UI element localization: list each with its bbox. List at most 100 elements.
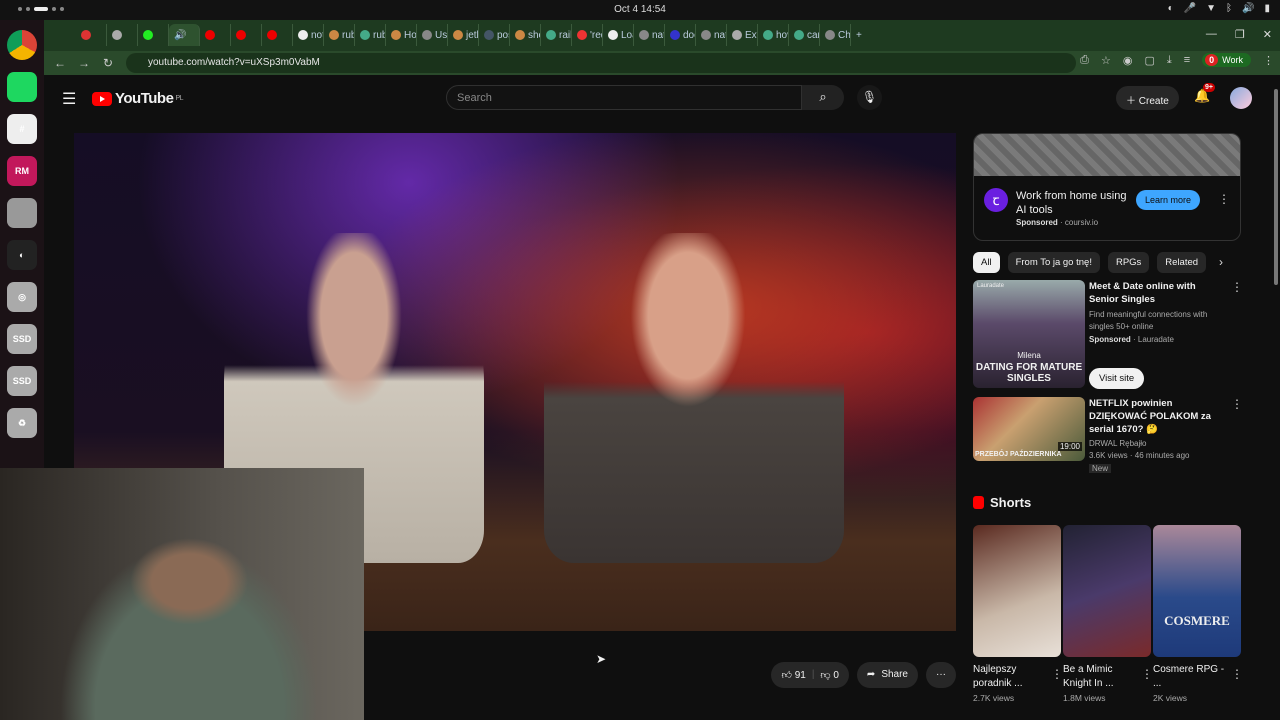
bookmark-star-icon[interactable]: ☆ [1101, 54, 1111, 67]
recommended-video-item[interactable]: PRZEBÓJ PAŹDZIERNIKA 19:00 NETFLIX powin… [973, 397, 1243, 473]
ad-title[interactable]: Work from home using AI tools [1016, 189, 1136, 217]
tab-favicon-icon [112, 30, 122, 40]
dock-ssd-1-icon[interactable]: SSD [7, 324, 37, 354]
dock-trash-icon[interactable]: ♻ [7, 408, 37, 438]
browser-tab[interactable]: nat [696, 24, 727, 46]
extension-icon[interactable]: ◉ [1123, 54, 1133, 67]
new-tab-button[interactable]: + [851, 24, 882, 46]
short-menu-icon[interactable]: ⋮ [1231, 667, 1243, 681]
more-actions-button[interactable]: ··· [926, 662, 956, 688]
browser-tab[interactable]: she [510, 24, 541, 46]
dock-obs-icon[interactable]: ◐ [7, 240, 37, 270]
search-input[interactable]: Search [446, 85, 802, 110]
sponsored-ad-card[interactable]: ꞇ Work from home using AI tools Sponsore… [973, 133, 1241, 241]
close-icon[interactable]: ✕ [1263, 28, 1272, 41]
dock-chrome-icon[interactable] [7, 30, 37, 60]
dock-spotify-icon[interactable] [7, 72, 37, 102]
browser-tab[interactable] [107, 24, 138, 46]
tray-icon[interactable]: ᛒ [1226, 3, 1232, 14]
tray-icon[interactable]: 🔊 [1242, 3, 1254, 14]
profile-button[interactable]: 0 Work [1202, 53, 1251, 67]
filter-chip[interactable]: Related [1157, 252, 1207, 273]
address-bar[interactable]: youtube.com/watch?v=uXSp3m0VabM [126, 53, 1076, 73]
create-button[interactable]: ＋ Create [1116, 86, 1179, 110]
short-item[interactable]: Be a Mimic Knight In ... 1.8M views ⋮ [1063, 525, 1153, 703]
browser-tab[interactable] [231, 24, 262, 46]
download-icon[interactable]: ⤓ [1167, 54, 1172, 67]
avatar[interactable] [1230, 87, 1252, 109]
browser-tab[interactable]: Hov [386, 24, 417, 46]
rec-description: Find meaningful connections with singles… [1089, 310, 1208, 331]
share-button[interactable]: ➦ Share [856, 662, 918, 688]
short-item[interactable]: COSMERE Cosmere RPG - ... 2K views ⋮ [1153, 525, 1243, 703]
dock-rubymine-icon[interactable]: RM [7, 156, 37, 186]
short-thumbnail [973, 525, 1061, 657]
browser-tab[interactable]: rub [324, 24, 355, 46]
browser-tab[interactable]: can [789, 24, 820, 46]
voice-search-icon[interactable]: 🎙 [857, 85, 882, 110]
dock-slack-icon[interactable]: # [7, 114, 37, 144]
browser-tab[interactable]: nat [634, 24, 665, 46]
hamburger-menu-icon[interactable]: ☰ [62, 89, 76, 109]
notifications-bell-icon[interactable]: 🔔 9+ [1194, 83, 1215, 104]
tray-icon[interactable]: ◐ [1168, 3, 1174, 14]
search-button[interactable]: ⌕ [802, 85, 844, 110]
browser-tab[interactable]: rub [355, 24, 386, 46]
chrome-menu-icon[interactable]: ⋮ [1263, 54, 1274, 67]
visit-site-button[interactable]: Visit site [1089, 368, 1145, 389]
dock-ssd-2-icon[interactable]: SSD [7, 366, 37, 396]
browser-tab[interactable]: Extr [727, 24, 758, 46]
forward-icon[interactable]: → [72, 56, 96, 70]
browser-tab[interactable] [76, 24, 107, 46]
browser-tab[interactable]: Ust [417, 24, 448, 46]
tray-icon[interactable]: ▮ [1264, 3, 1270, 14]
puzzle-icon[interactable]: ▢ [1144, 54, 1154, 67]
browser-tab[interactable]: rails [541, 24, 572, 46]
browser-tab[interactable]: doc [665, 24, 696, 46]
filter-chip[interactable]: All [973, 252, 1000, 273]
minimize-icon[interactable]: — [1206, 28, 1217, 41]
media-icon[interactable]: ≡ [1184, 54, 1190, 66]
like-button[interactable]: 👍︎ 91 [781, 669, 805, 681]
reload-icon[interactable]: ↻ [96, 56, 120, 70]
item-menu-icon[interactable]: ⋮ [1231, 397, 1243, 411]
item-menu-icon[interactable]: ⋮ [1231, 280, 1243, 294]
chips-next-chevron-icon[interactable]: › [1219, 255, 1223, 269]
dock-files-icon[interactable] [7, 198, 37, 228]
short-item[interactable]: Najlepszy poradnik ... 2.7K views ⋮ [973, 525, 1063, 703]
browser-tab[interactable]: jetb [448, 24, 479, 46]
clock[interactable]: Oct 4 14:54 [0, 4, 1280, 15]
tray-icon[interactable]: 🎤 [1184, 3, 1196, 14]
youtube-logo[interactable]: YouTube PL [92, 90, 183, 107]
dock-disc-icon[interactable]: ◎ [7, 282, 37, 312]
channel-name[interactable]: DRWAL Rębajło [1089, 438, 1224, 450]
browser-tab[interactable]: 'req [572, 24, 603, 46]
browser-tab[interactable] [200, 24, 231, 46]
short-menu-icon[interactable]: ⋮ [1141, 667, 1153, 681]
browser-tab[interactable]: 🔊 [169, 24, 200, 46]
browser-tab[interactable] [138, 24, 169, 46]
browser-tab[interactable]: not [293, 24, 324, 46]
thumbs-up-icon: 👍︎ [781, 670, 792, 681]
browser-tab[interactable]: Loa [603, 24, 634, 46]
browser-tab[interactable]: pos [479, 24, 510, 46]
browser-tab[interactable]: Cha [820, 24, 851, 46]
tab-favicon-icon [391, 30, 401, 40]
tray-icon[interactable]: ▼ [1206, 3, 1216, 14]
short-menu-icon[interactable]: ⋮ [1051, 667, 1063, 681]
dislike-button[interactable]: 👎︎ 0 [820, 669, 839, 681]
install-icon[interactable]: ⎙ [1080, 54, 1089, 67]
page-scrollbar[interactable] [1274, 89, 1278, 285]
browser-tab[interactable]: hov [758, 24, 789, 46]
filter-chip[interactable]: RPGs [1107, 252, 1150, 273]
ad-menu-icon[interactable]: ⋮ [1218, 192, 1230, 206]
maximize-icon[interactable]: ❐ [1235, 28, 1245, 41]
filter-chip[interactable]: From To ja go tnę! [1007, 252, 1100, 273]
browser-tab[interactable] [262, 24, 293, 46]
back-icon[interactable]: ← [48, 56, 72, 70]
system-tray[interactable]: ◐ 🎤 ▼ ᛒ 🔊 ▮ [1168, 3, 1270, 14]
recommended-ad-item[interactable]: Lauradate Milena DATING FOR MATURE SINGL… [973, 280, 1243, 390]
tab-label: jetb [466, 29, 478, 41]
like-count: 91 [794, 670, 806, 681]
learn-more-button[interactable]: Learn more [1136, 190, 1201, 210]
